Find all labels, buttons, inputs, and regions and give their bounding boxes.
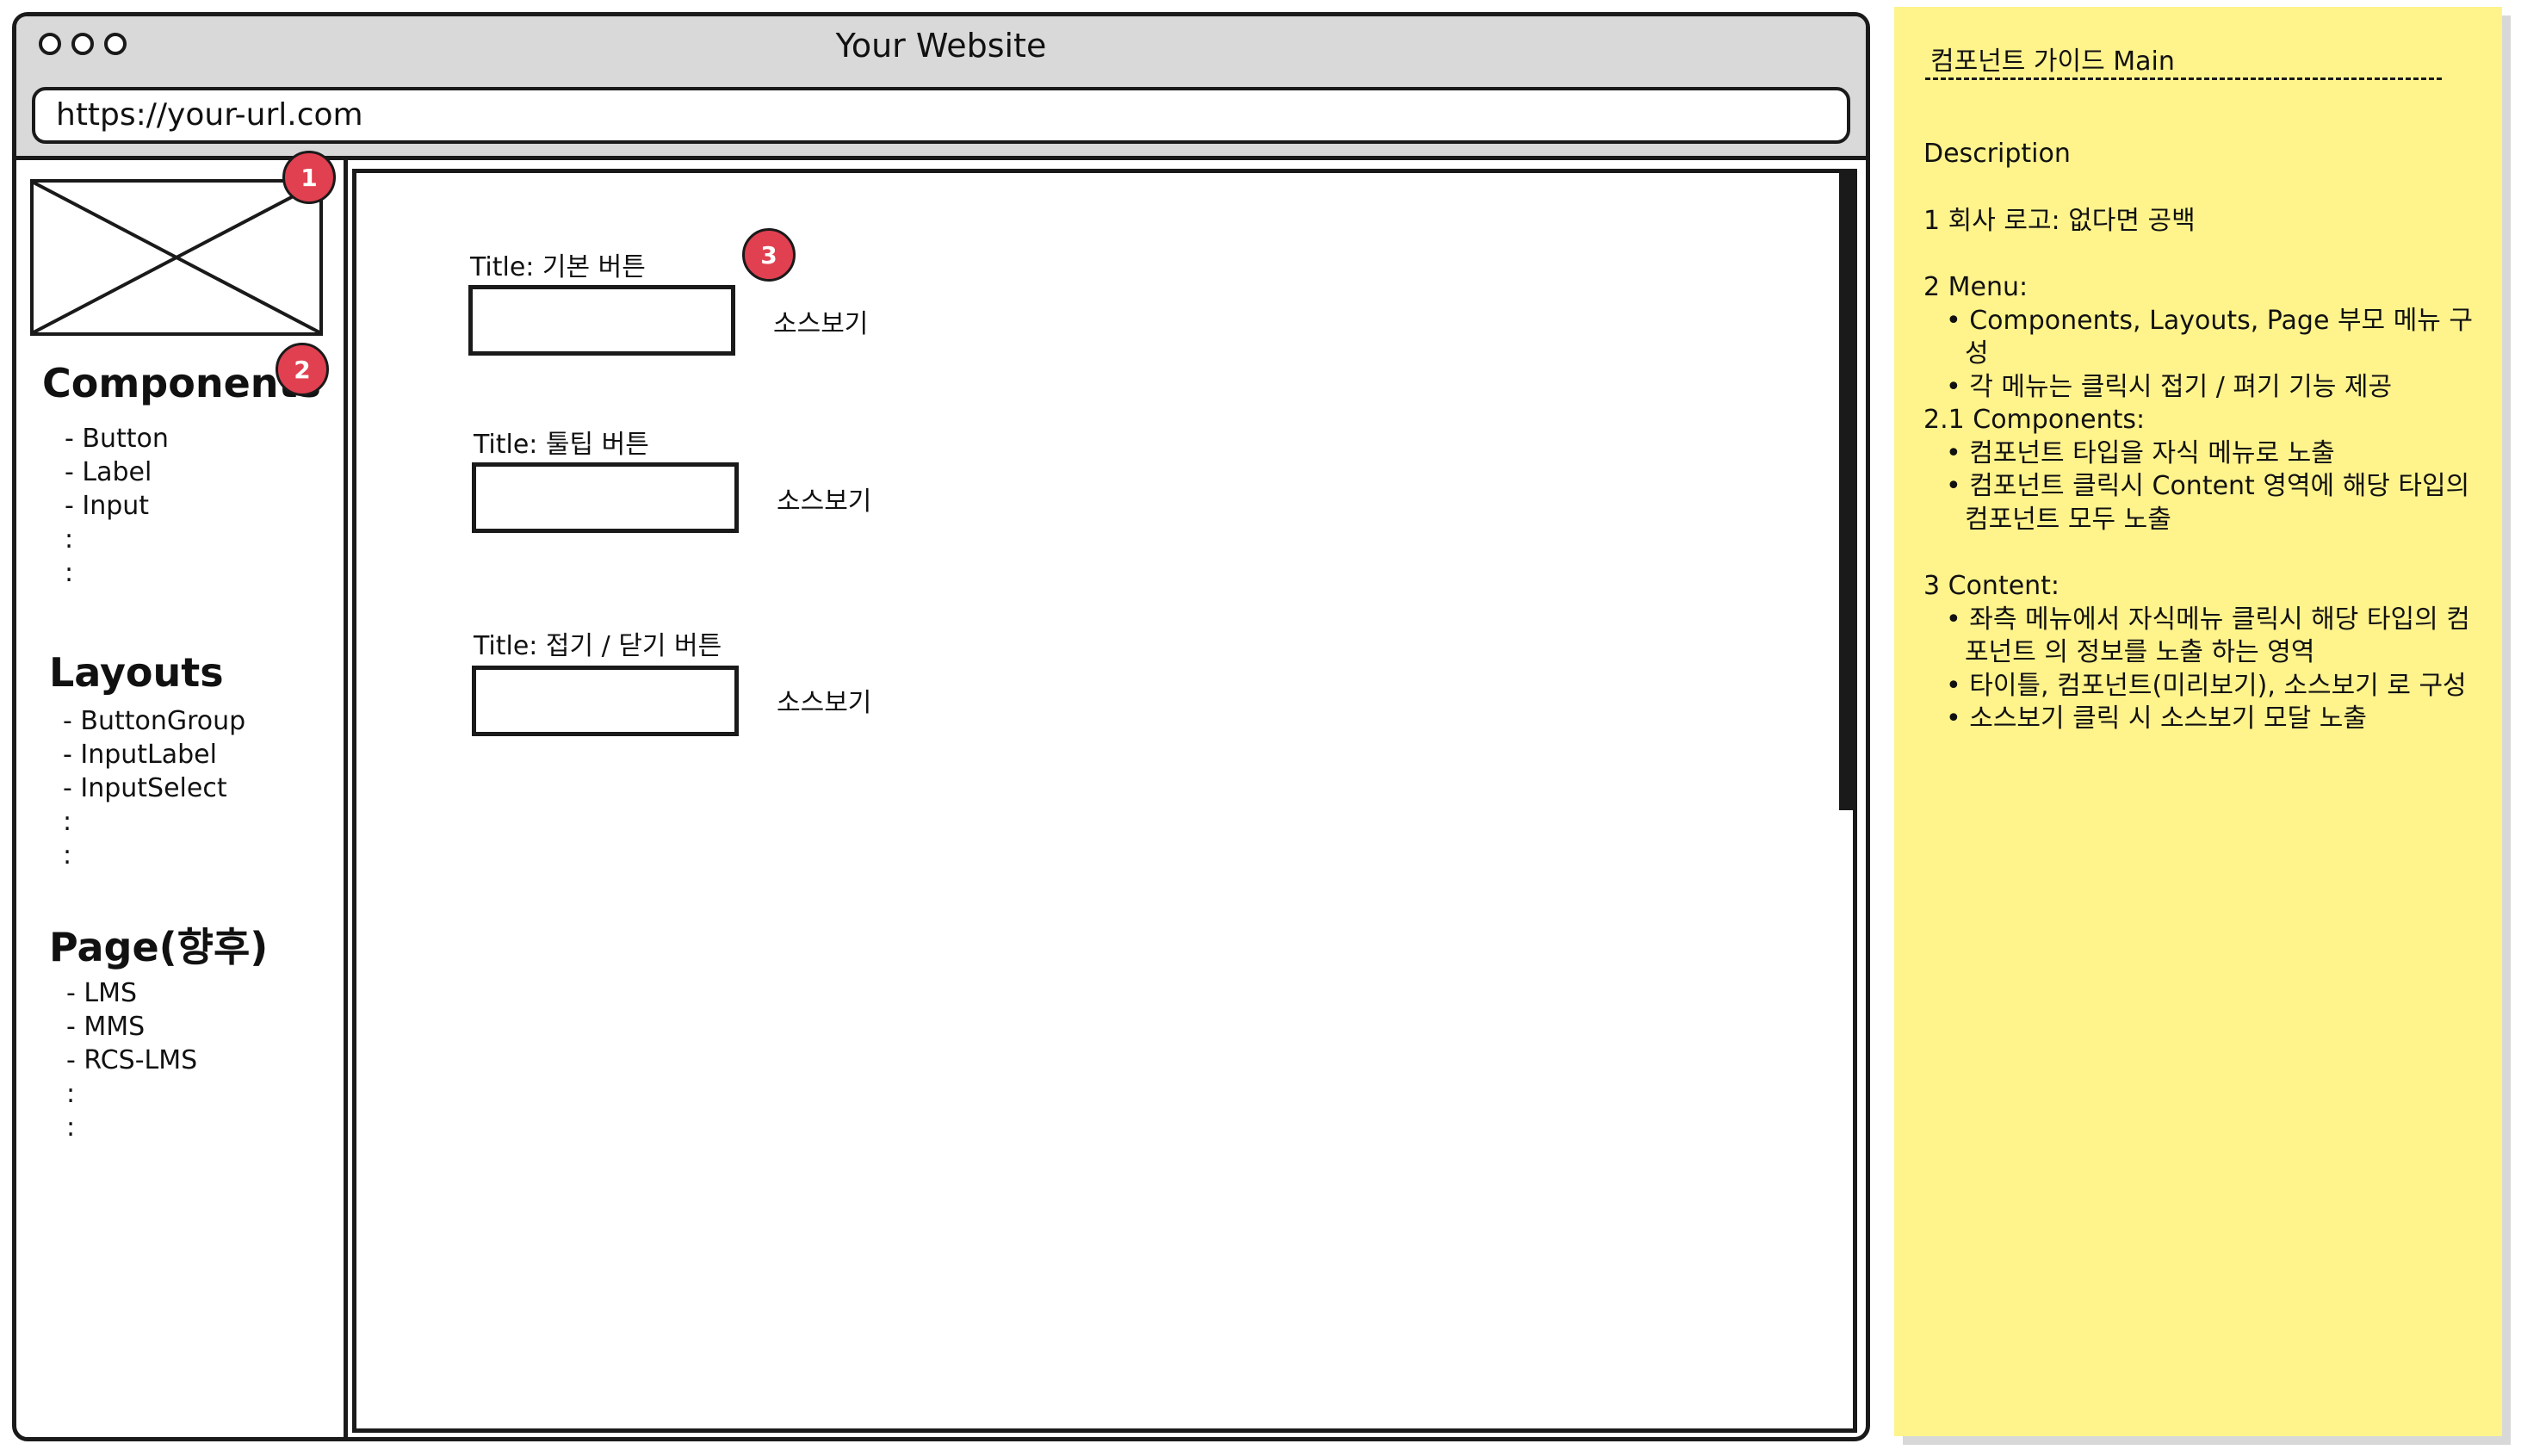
image-placeholder-icon <box>34 183 319 332</box>
submenu-ellipsis: : <box>66 1112 76 1143</box>
submenu-page: - LMS - MMS - RCS-LMS : : <box>66 976 197 1144</box>
note-bullet: 컴포넌트 클릭시 Content 영역에 해당 타입의 컴포넌트 모두 노출 <box>1923 470 2475 536</box>
view-source-link[interactable]: 소스보기 <box>777 681 871 719</box>
note-divider <box>1925 77 2442 80</box>
note-body: Description 1 회사 로고: 없다면 공백 2 Menu: Comp… <box>1923 138 2475 736</box>
submenu-ellipsis: : <box>66 1079 76 1109</box>
note-bullet: Components, Layouts, Page 부모 메뉴 구성 <box>1923 305 2475 371</box>
submenu-item[interactable]: - LMS <box>66 976 197 1010</box>
annotation-badge: 1 <box>282 151 336 204</box>
content-area: Title: 기본 버튼 소스보기 Title: 툴팁 버튼 소스보기 Titl… <box>352 169 1857 1433</box>
component-preview[interactable] <box>472 462 739 533</box>
submenu-layouts: - ButtonGroup - InputLabel - InputSelect… <box>63 704 245 872</box>
demo-title: Title: 툴팁 버튼 <box>474 430 649 460</box>
view-source-link[interactable]: 소스보기 <box>773 302 868 340</box>
submenu-item[interactable]: - Input <box>65 489 169 523</box>
title-bar: Your Website <box>16 16 1866 72</box>
browser-window: Your Website https://your-url.com Compon… <box>12 12 1870 1441</box>
company-logo-placeholder <box>30 179 323 336</box>
url-text[interactable]: https://your-url.com <box>56 97 363 133</box>
annotation-badge: 2 <box>276 343 329 396</box>
address-bar-area: https://your-url.com <box>16 70 1866 160</box>
submenu-ellipsis: : <box>65 524 74 555</box>
note-line: 1 회사 로고: 없다면 공백 <box>1923 205 2196 236</box>
note-line: 3 Content: <box>1923 571 2060 601</box>
view-source-link[interactable]: 소스보기 <box>777 480 871 517</box>
demo-title: Title: 접기 / 닫기 버튼 <box>474 631 722 661</box>
note-bullet: 각 메뉴는 클릭시 접기 / 펴기 기능 제공 <box>1923 371 2475 405</box>
address-bar[interactable]: https://your-url.com <box>32 87 1850 144</box>
component-preview[interactable] <box>472 666 739 736</box>
submenu-item[interactable]: - ButtonGroup <box>63 704 245 738</box>
annotation-badge: 3 <box>742 228 796 282</box>
submenu-item[interactable]: - Label <box>65 455 169 489</box>
submenu-ellipsis: : <box>63 840 72 871</box>
submenu-item[interactable]: - InputLabel <box>63 738 245 771</box>
note-line: 2.1 Components: <box>1923 405 2146 435</box>
note-bullet: 좌측 메뉴에서 자식메뉴 클릭시 해당 타입의 컴포넌트 의 정보를 노출 하는… <box>1923 604 2475 670</box>
window-title: Your Website <box>835 27 1047 65</box>
menu-heading-page[interactable]: Page(향후) <box>49 916 268 973</box>
component-preview[interactable] <box>468 285 735 356</box>
menu-heading-layouts[interactable]: Layouts <box>49 649 224 696</box>
note-bullet: 소스보기 클릭 시 소스보기 모달 노출 <box>1923 703 2475 736</box>
scrollbar[interactable] <box>1839 173 1853 810</box>
submenu-ellipsis: : <box>63 807 72 837</box>
note-bullet: 타이틀, 컴포넌트(미리보기), 소스보기 로 구성 <box>1923 670 2475 703</box>
note-heading: Description <box>1923 139 2071 169</box>
submenu-components: - Button - Label - Input : : <box>65 422 169 590</box>
submenu-item[interactable]: - Button <box>65 422 169 455</box>
submenu-ellipsis: : <box>65 558 74 588</box>
submenu-item[interactable]: - RCS-LMS <box>66 1044 197 1077</box>
submenu-item[interactable]: - MMS <box>66 1010 197 1044</box>
note-line: 2 Menu: <box>1923 272 2029 302</box>
submenu-item[interactable]: - InputSelect <box>63 771 245 805</box>
description-note: 컴포넌트 가이드 Main Description 1 회사 로고: 없다면 공… <box>1894 7 2502 1436</box>
demo-title: Title: 기본 버튼 <box>470 252 646 282</box>
note-bullet: 컴포넌트 타입을 자식 메뉴로 노출 <box>1923 437 2475 471</box>
note-title: 컴포넌트 가이드 Main <box>1930 46 2175 77</box>
